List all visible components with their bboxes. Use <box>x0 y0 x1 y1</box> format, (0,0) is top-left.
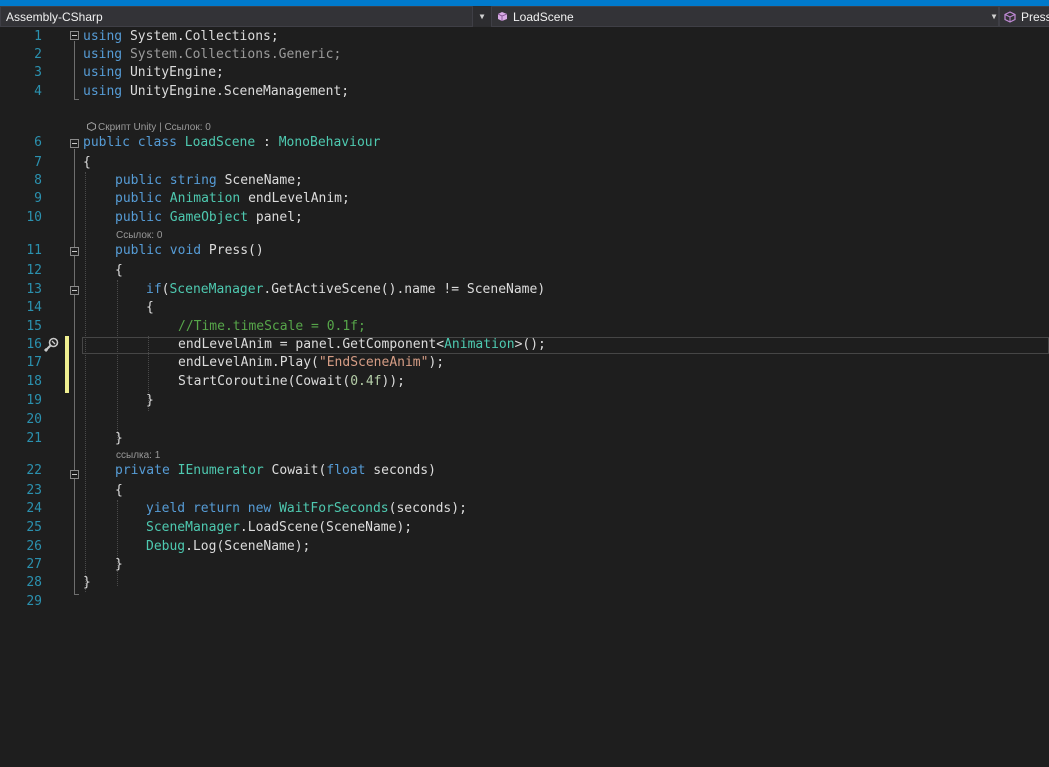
code-line-3: using UnityEngine; <box>83 65 224 80</box>
project-name: Assembly-CSharp <box>6 9 103 24</box>
line-number: 4 <box>34 84 42 99</box>
line-number: 8 <box>34 173 42 188</box>
collapse-icon[interactable] <box>70 247 79 256</box>
line-number: 7 <box>34 155 42 170</box>
code-line-12: { <box>115 263 123 278</box>
code-line-8: public string SceneName; <box>115 173 303 188</box>
code-line-7: { <box>83 155 91 170</box>
code-line-11: public void Press() <box>115 243 264 258</box>
line-number: 15 <box>26 319 42 334</box>
line-number: 12 <box>26 263 42 278</box>
collapse-icon[interactable] <box>70 286 79 295</box>
code-line-19: } <box>146 393 154 408</box>
code-line-10: public GameObject panel; <box>115 210 303 225</box>
member-name: Press <box>1021 9 1049 24</box>
indent-guide <box>85 172 86 592</box>
code-line-6: public class LoadScene : MonoBehaviour <box>83 135 381 150</box>
line-number: 24 <box>26 501 42 516</box>
outline-line <box>74 41 75 100</box>
line-number: 28 <box>26 575 42 590</box>
change-marker <box>65 336 69 393</box>
line-number: 16 <box>26 337 42 352</box>
line-number: 14 <box>26 300 42 315</box>
quick-action-bulb-icon[interactable] <box>42 336 60 354</box>
project-dropdown-arrow-icon[interactable]: ▼ <box>475 6 489 27</box>
method-icon <box>1004 10 1016 23</box>
line-number: 18 <box>26 374 42 389</box>
line-number: 6 <box>34 135 42 150</box>
collapse-icon[interactable] <box>70 31 79 40</box>
line-number: 27 <box>26 557 42 572</box>
code-lens-cowait[interactable]: ссылка: 1 <box>116 450 160 462</box>
outline-end <box>74 594 79 595</box>
line-number: 9 <box>34 191 42 206</box>
code-line-28: } <box>83 575 91 590</box>
line-number: 29 <box>26 594 42 609</box>
code-line-15: //Time.timeScale = 0.1f; <box>178 319 366 334</box>
line-number: 19 <box>26 393 42 408</box>
collapse-icon[interactable] <box>70 470 79 479</box>
code-lens-press[interactable]: Ссылок: 0 <box>116 230 162 242</box>
class-name: LoadScene <box>513 9 574 24</box>
line-number: 25 <box>26 520 42 535</box>
class-dropdown[interactable]: LoadScene <box>491 6 999 27</box>
code-line-4: using UnityEngine.SceneManagement; <box>83 84 350 99</box>
code-line-23: { <box>115 483 123 498</box>
code-line-27: } <box>115 557 123 572</box>
code-editor[interactable]: 1 2 3 4 6 7 8 9 10 11 12 13 14 15 16 17 … <box>0 27 1049 767</box>
line-number: 13 <box>26 282 42 297</box>
line-number: 17 <box>26 355 42 370</box>
collapse-icon[interactable] <box>70 139 79 148</box>
line-number: 22 <box>26 463 42 478</box>
project-dropdown[interactable]: Assembly-CSharp <box>0 6 473 27</box>
line-number: 1 <box>34 29 42 44</box>
code-line-26: Debug.Log(SceneName); <box>146 539 311 554</box>
code-line-21: } <box>115 431 123 446</box>
code-lens-class-text: Скрипт Unity | Ссылок: 0 <box>98 122 211 133</box>
code-line-1: using System.Collections; <box>83 29 279 44</box>
code-line-18: StartCoroutine(Cowait(0.4f)); <box>178 374 405 389</box>
line-number: 21 <box>26 431 42 446</box>
line-number: 10 <box>26 210 42 225</box>
code-line-17: endLevelAnim.Play("EndSceneAnim"); <box>178 355 445 370</box>
code-line-24: yield return new WaitForSeconds(seconds)… <box>146 501 467 516</box>
code-line-22: private IEnumerator Cowait(float seconds… <box>115 463 436 478</box>
navigation-bar: Assembly-CSharp ▼ LoadScene ▼ Press <box>0 6 1049 27</box>
code-line-16: endLevelAnim = panel.GetComponent<Animat… <box>178 337 546 352</box>
line-number: 20 <box>26 412 42 427</box>
line-number: 3 <box>34 65 42 80</box>
indent-guide <box>117 280 118 440</box>
outline-end <box>74 99 79 100</box>
code-lens-class[interactable]: Скрипт Unity | Ссылок: 0 <box>87 121 211 134</box>
code-line-9: public Animation endLevelAnim; <box>115 191 350 206</box>
code-line-13: if(SceneManager.GetActiveScene().name !=… <box>146 282 546 297</box>
code-line-25: SceneManager.LoadScene(SceneName); <box>146 520 413 535</box>
line-number: 23 <box>26 483 42 498</box>
line-number: 26 <box>26 539 42 554</box>
class-icon <box>497 11 508 22</box>
code-line-14: { <box>146 300 154 315</box>
line-number: 2 <box>34 47 42 62</box>
outline-line <box>74 149 75 595</box>
line-number: 11 <box>26 243 42 258</box>
member-dropdown[interactable]: Press <box>999 6 1049 27</box>
code-line-2: using System.Collections.Generic; <box>83 47 342 62</box>
